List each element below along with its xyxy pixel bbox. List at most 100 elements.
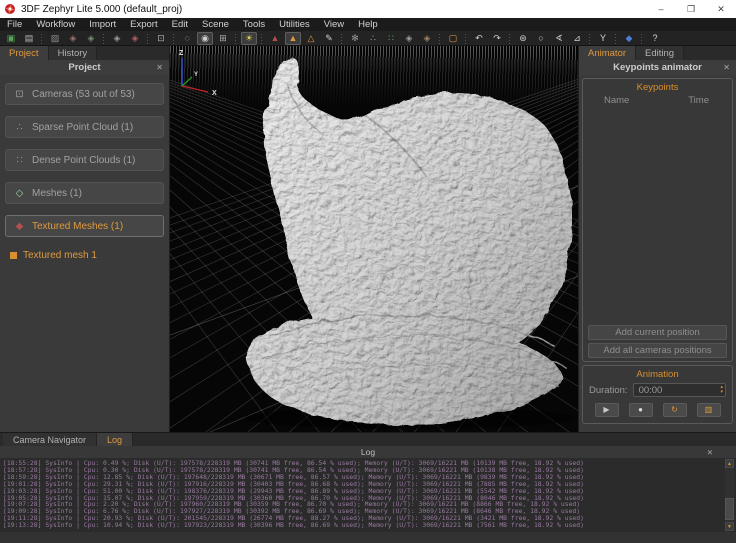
y-axis	[182, 77, 192, 86]
circle-select-icon[interactable]: ○	[533, 32, 549, 45]
duration-label: Duration:	[589, 385, 628, 396]
menu-import[interactable]: Import	[82, 18, 123, 31]
menu-edit[interactable]: Edit	[165, 18, 195, 31]
shaded-view-icon[interactable]: ▲	[285, 32, 301, 45]
settings-gears-icon[interactable]: ✻	[347, 32, 363, 45]
show-mesh-icon[interactable]: ◈	[401, 32, 417, 45]
tab-project[interactable]: Project	[0, 46, 49, 60]
orbit-mode-icon[interactable]: ◌	[179, 32, 195, 45]
project-panel-close-icon[interactable]: ✕	[156, 60, 163, 75]
project-item-list: ⊡Cameras (53 out of 53) ∴Sparse Point Clo…	[0, 75, 169, 248]
animator-panel-title: Keypoints animator	[613, 62, 702, 73]
minimize-button[interactable]: –	[646, 0, 676, 18]
scrollbar-track[interactable]	[725, 468, 734, 522]
main-area: ProjectHistory Project ✕ ⊡Cameras (53 ou…	[0, 46, 736, 432]
show-textured-mesh-icon[interactable]: ◈	[419, 32, 435, 45]
textured-mesh-icon: ◆	[14, 221, 25, 232]
play-button[interactable]: ▶	[595, 403, 619, 417]
toolbar-separator	[102, 33, 106, 44]
transport-controls: ▶ ● ↻ ▥	[586, 398, 729, 421]
wireframe-view-icon[interactable]: △	[303, 32, 319, 45]
animation-group: Animation Duration: 00:00 ▴ ▾ ▶●↻▥	[582, 365, 733, 424]
project-item-meshes-1[interactable]: ◇Meshes (1)	[5, 182, 164, 204]
colored-points-view-icon[interactable]: ▲	[267, 32, 283, 45]
export-video-button[interactable]: ▥	[697, 403, 721, 417]
scrollbar-thumb[interactable]	[725, 498, 734, 520]
menu-utilities[interactable]: Utilities	[272, 18, 317, 31]
add-current-position-button[interactable]: Add current position	[588, 325, 727, 340]
tab-history[interactable]: History	[49, 46, 98, 60]
loop-button[interactable]: ↻	[663, 403, 687, 417]
view-cube-icon[interactable]: ◆	[621, 32, 637, 45]
record-button[interactable]: ●	[629, 403, 653, 417]
tree-item-label: Textured mesh 1	[23, 250, 97, 261]
lighting-bulb-icon[interactable]: ☀	[241, 32, 257, 45]
add-all-cameras-positions-button[interactable]: Add all cameras positions	[588, 343, 727, 358]
select-cameras-icon[interactable]: ▨	[47, 32, 63, 45]
menu-export[interactable]: Export	[123, 18, 164, 31]
utilities-wrench-icon[interactable]: Y	[595, 32, 611, 45]
show-dense-cloud-icon[interactable]: ∷	[383, 32, 399, 45]
animator-panel: AnimatorEditing Keypoints animator ✕ Key…	[578, 46, 736, 432]
project-panel-tabs: ProjectHistory	[0, 46, 169, 60]
tab-log[interactable]: Log	[97, 433, 133, 446]
project-item-textured-meshes-1[interactable]: ◆ Textured Meshes (1)	[5, 215, 164, 237]
angle-tool-icon[interactable]: ∢	[551, 32, 567, 45]
help-icon[interactable]: ?	[647, 32, 663, 45]
menu-bar: FileWorkflowImportExportEditSceneToolsUt…	[0, 18, 736, 31]
menu-file[interactable]: File	[0, 18, 29, 31]
maximize-button[interactable]: ❐	[676, 0, 706, 18]
paint-brush-icon[interactable]: ✎	[321, 32, 337, 45]
dense-cloud-tool-icon[interactable]: ◈	[83, 32, 99, 45]
tab-camera-navigator[interactable]: Camera Navigator	[3, 433, 97, 446]
tree-item-textured-mesh-1[interactable]: Textured mesh 1	[0, 248, 169, 262]
menu-tools[interactable]: Tools	[236, 18, 272, 31]
sparse-point-cloud-icon: ∴	[14, 122, 25, 133]
menu-workflow[interactable]: Workflow	[29, 18, 82, 31]
log-scrollbar[interactable]: ▲ ▼	[725, 459, 734, 531]
show-sparse-cloud-icon[interactable]: ∴	[365, 32, 381, 45]
new-project-icon[interactable]: ▣	[3, 32, 19, 45]
project-item-cameras-53-out-of-53[interactable]: ⊡Cameras (53 out of 53)	[5, 83, 164, 105]
scroll-down-icon[interactable]: ▼	[725, 522, 734, 531]
duration-spinner[interactable]: ▴ ▾	[720, 385, 723, 395]
log-panel-close-icon[interactable]: ✕	[707, 448, 713, 457]
rotate-around-center-icon[interactable]: ◉	[197, 32, 213, 45]
textured-mesh-tool-icon[interactable]: ◈	[127, 32, 143, 45]
redo-icon[interactable]: ↷	[489, 32, 505, 45]
spinner-down-icon[interactable]: ▾	[720, 390, 723, 395]
selection-rect-icon[interactable]: ▢	[445, 32, 461, 45]
toolbar-separator	[260, 33, 264, 44]
axis-gizmo: Z X Y	[170, 46, 222, 102]
app-window: 3DF Zephyr Lite 5.000 (default_proj) – ❐…	[0, 0, 736, 543]
keypoints-list[interactable]	[586, 106, 729, 322]
toolbar-separator	[640, 33, 644, 44]
animator-panel-close-icon[interactable]: ✕	[723, 60, 730, 75]
close-button[interactable]: ✕	[706, 0, 736, 18]
mesh-tool-icon[interactable]: ◈	[109, 32, 125, 45]
x-axis-label: X	[212, 90, 217, 97]
measure-tool-icon[interactable]: ⊿	[569, 32, 585, 45]
viewport-3d[interactable]: Z X Y	[170, 46, 578, 432]
gizmo-tool-icon[interactable]: ⊛	[515, 32, 531, 45]
screenshot-icon[interactable]: ⊡	[153, 32, 169, 45]
menu-scene[interactable]: Scene	[195, 18, 236, 31]
tab-editing[interactable]: Editing	[636, 46, 684, 60]
project-item-sparse-point-cloud-1[interactable]: ∴Sparse Point Cloud (1)	[5, 116, 164, 138]
toolbar-separator	[340, 33, 344, 44]
sparse-cloud-tool-icon[interactable]: ◈	[65, 32, 81, 45]
animator-panel-tabs: AnimatorEditing	[579, 46, 736, 60]
tab-animator[interactable]: Animator	[579, 46, 636, 60]
save-project-icon[interactable]: ▤	[21, 32, 37, 45]
undo-icon[interactable]: ↶	[471, 32, 487, 45]
project-item-dense-point-clouds-1[interactable]: ∷Dense Point Clouds (1)	[5, 149, 164, 171]
keypoints-columns: Name Time	[586, 93, 729, 106]
animator-panel-header: Keypoints animator ✕	[579, 60, 736, 75]
gamepad-mode-icon[interactable]: ⊞	[215, 32, 231, 45]
dense-point-cloud-icon: ∷	[14, 155, 25, 166]
menu-help[interactable]: Help	[351, 18, 385, 31]
scroll-up-icon[interactable]: ▲	[725, 459, 734, 468]
duration-input[interactable]: 00:00 ▴ ▾	[633, 383, 726, 397]
menu-view[interactable]: View	[317, 18, 351, 31]
project-item-label: Textured Meshes (1)	[32, 221, 123, 232]
